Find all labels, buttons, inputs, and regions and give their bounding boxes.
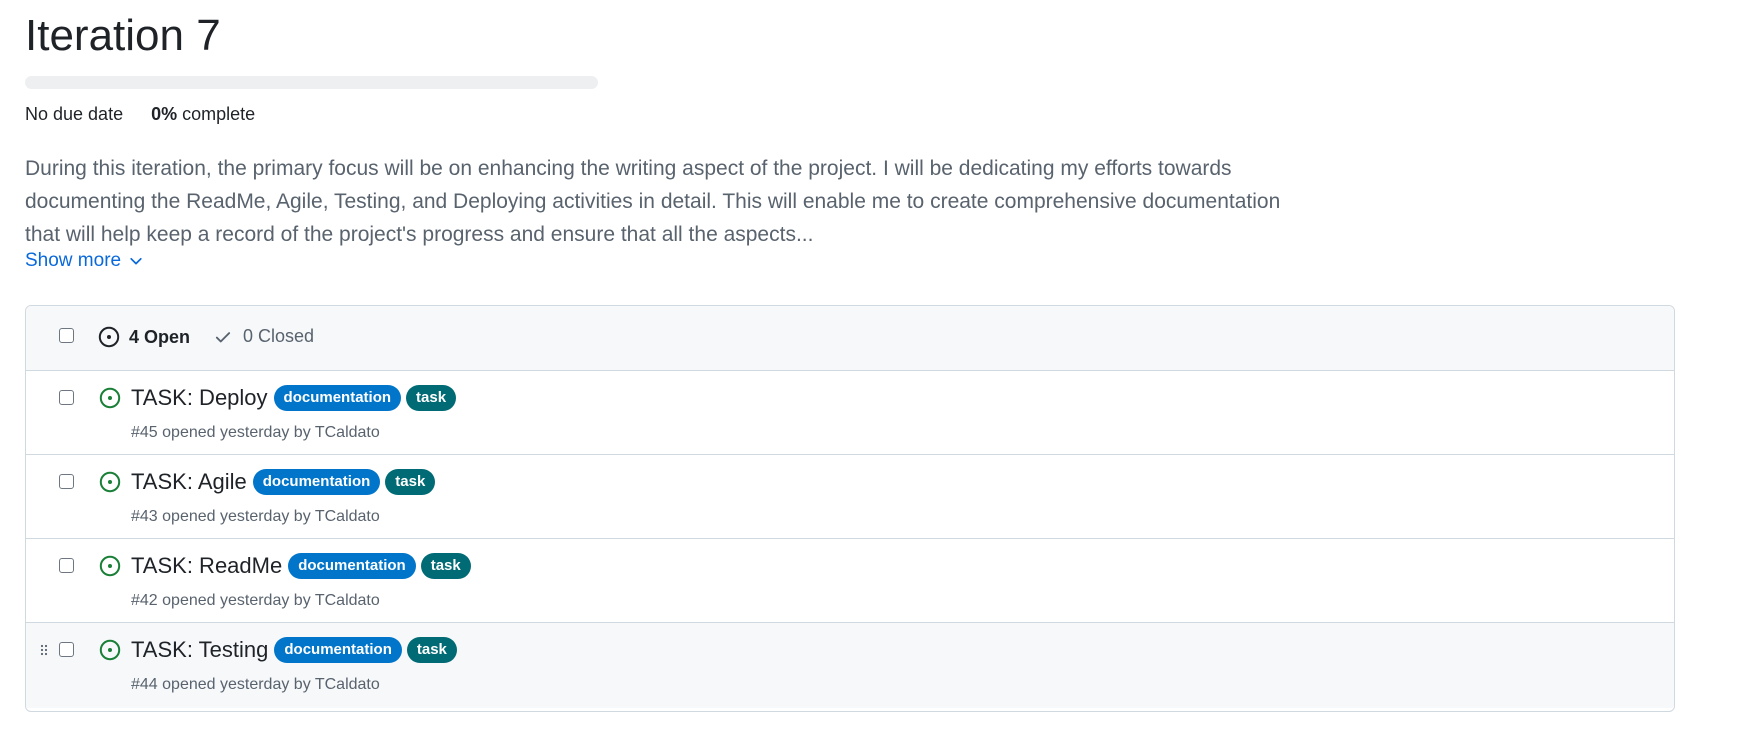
issue-opened-icon: [99, 639, 121, 661]
select-all-checkbox[interactable]: [59, 328, 74, 343]
issue-list: 4 Open 0 Closed TASK: Deploy documentati…: [25, 305, 1675, 712]
issue-opened-icon: [99, 387, 121, 409]
milestone-meta: No due date 0% complete: [25, 104, 255, 125]
issue-title-line: TASK: Testing documentation task: [131, 637, 457, 663]
issue-row[interactable]: TASK: Testing documentation task #44 ope…: [26, 623, 1674, 708]
due-date: No due date: [25, 104, 124, 124]
open-filter-tab[interactable]: 4 Open: [98, 326, 190, 348]
label-task[interactable]: task: [385, 469, 436, 495]
page-title: Iteration 7: [25, 11, 221, 60]
completion: 0% complete: [151, 104, 255, 125]
chevron-down-icon: [130, 257, 142, 265]
milestone-description: During this iteration, the primary focus…: [25, 157, 1281, 246]
issue-title-line: TASK: ReadMe documentation task: [131, 553, 471, 579]
closed-count: 0 Closed: [243, 326, 315, 346]
label-task[interactable]: task: [406, 385, 457, 411]
check-icon: [215, 331, 231, 342]
issue-checkbox[interactable]: [59, 390, 74, 405]
label-documentation[interactable]: documentation: [274, 637, 402, 663]
show-more-label: Show more: [25, 250, 122, 271]
grabber-icon[interactable]: [40, 644, 48, 658]
issue-row[interactable]: TASK: Deploy documentation task #45 open…: [26, 371, 1674, 455]
issue-opened-icon: [99, 555, 121, 577]
label-documentation[interactable]: documentation: [288, 553, 416, 579]
open-count: 4 Open: [129, 326, 191, 347]
issue-opened-icon: [98, 326, 120, 348]
label-task[interactable]: task: [406, 637, 457, 663]
issue-checkbox[interactable]: [59, 474, 74, 489]
issue-title-link[interactable]: TASK: Testing: [131, 637, 268, 663]
issue-checkbox[interactable]: [59, 642, 74, 657]
completion-label: complete: [182, 104, 256, 124]
completion-value: 0%: [151, 104, 178, 124]
issue-title-line: TASK: Agile documentation task: [131, 469, 436, 495]
show-more-button[interactable]: Show more: [25, 250, 143, 272]
issue-title-link[interactable]: TASK: Deploy: [131, 385, 268, 411]
issue-meta: #42 opened yesterday by TCaldato: [131, 592, 380, 609]
issue-list-header: 4 Open 0 Closed: [26, 306, 1674, 371]
issue-title-link[interactable]: TASK: ReadMe: [131, 553, 282, 579]
issue-meta: #45 opened yesterday by TCaldato: [131, 424, 380, 441]
issue-meta: #44 opened yesterday by TCaldato: [131, 676, 380, 693]
issue-opened-icon: [99, 471, 121, 493]
issue-title-link[interactable]: TASK: Agile: [131, 469, 247, 495]
progress-bar: [25, 76, 598, 89]
issue-title-line: TASK: Deploy documentation task: [131, 385, 457, 411]
issue-row[interactable]: TASK: ReadMe documentation task #42 open…: [26, 539, 1674, 623]
issue-checkbox[interactable]: [59, 558, 74, 573]
closed-filter-tab[interactable]: 0 Closed: [214, 326, 314, 347]
issue-meta: #43 opened yesterday by TCaldato: [131, 508, 380, 525]
label-task[interactable]: task: [420, 553, 471, 579]
issue-row[interactable]: TASK: Agile documentation task #43 opene…: [26, 455, 1674, 539]
label-documentation[interactable]: documentation: [252, 469, 381, 495]
label-documentation[interactable]: documentation: [273, 385, 402, 411]
